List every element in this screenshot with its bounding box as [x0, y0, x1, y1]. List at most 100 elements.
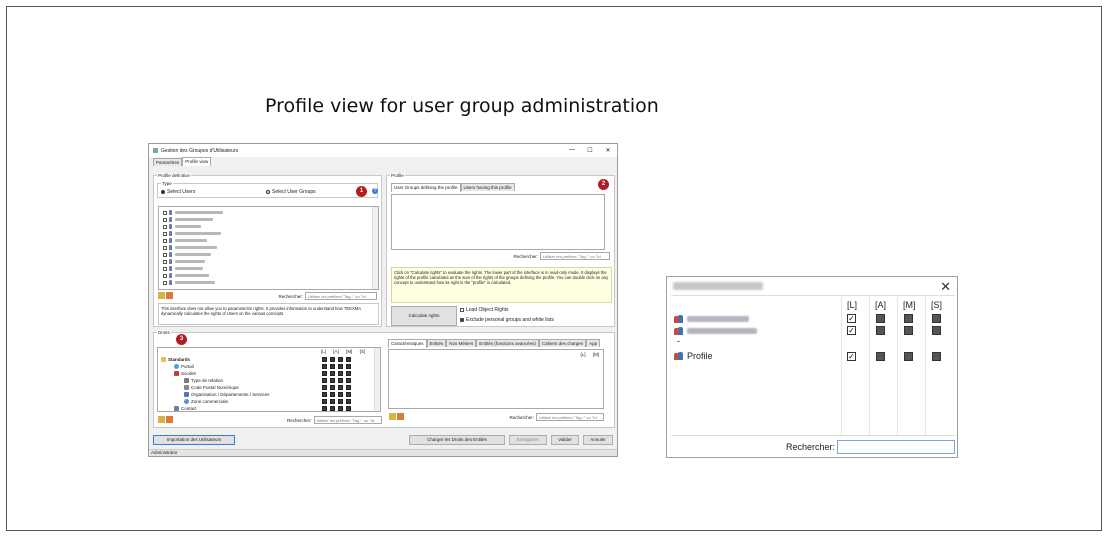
list-item[interactable]	[163, 210, 223, 215]
slide-title: Profile view for user group administrati…	[265, 95, 659, 117]
pencil-icon[interactable]	[158, 416, 165, 423]
help-icon[interactable]: ?	[372, 188, 378, 194]
rights-tree: [L] [A] [M] [S] Standards Portail Sociét…	[157, 347, 381, 412]
validate-button[interactable]: Valider	[551, 435, 579, 445]
save-button[interactable]: Enregistrer	[509, 435, 547, 445]
rights-legend: Droits	[157, 330, 171, 335]
search-input[interactable]: Utiliser les préfixes "Tag :" ou "Id	[540, 252, 610, 260]
search-input[interactable]: Utiliser les préfixes "Tag :" ou "Id	[313, 416, 382, 424]
rights-search: Rechercher: Utiliser les préfixes "Tag :…	[287, 416, 382, 424]
concept-tool-icons[interactable]	[389, 413, 404, 420]
users-search: Rechercher: Utiliser les préfixes "Tag :…	[278, 292, 377, 300]
dialog-title-blurred	[673, 282, 763, 290]
tree-node[interactable]: Standards	[161, 356, 190, 362]
filter-icon[interactable]	[397, 413, 404, 420]
load-rights-button[interactable]: Charger les Droits des Entités	[409, 435, 505, 445]
list-item[interactable]	[163, 224, 201, 229]
group-icon	[674, 327, 684, 335]
info-box: This interface does not allow you to par…	[158, 303, 379, 325]
tab-users-having[interactable]: Users having this profile	[460, 183, 515, 191]
status-text: Administrator	[151, 450, 178, 455]
group-name-blurred	[687, 316, 749, 322]
rights-col-a: [A]	[333, 349, 339, 354]
tree-node[interactable]: Portail	[174, 363, 194, 369]
tab-parametres[interactable]: Paramètres	[153, 158, 183, 166]
profile-definition-legend: Profile definition	[157, 173, 192, 178]
profile-legend: Profile	[390, 173, 405, 178]
badge-2: 2	[598, 179, 609, 190]
list-item[interactable]	[163, 273, 209, 278]
tree-node[interactable]: Société	[174, 370, 196, 376]
radio-users-label: Select Users	[167, 189, 196, 195]
tree-node[interactable]: Code Postal Numérique	[184, 384, 239, 390]
search-label: Rechercher:	[509, 414, 534, 420]
tree-node[interactable]: Type de relation	[184, 377, 223, 383]
exclude-checkbox[interactable]	[460, 318, 464, 322]
radio-groups-label: Select User Groups	[272, 189, 316, 195]
group-name-blurred	[687, 328, 757, 334]
col-l: [L]	[847, 300, 858, 310]
tab-nos-metiers[interactable]: Nos Métiers	[446, 339, 477, 347]
row2-s-square	[932, 326, 941, 335]
tab-profile-view[interactable]: Profile view	[182, 157, 212, 166]
rights-panel: Droits 3 [L] [A] [M] [S] Standards Porta…	[153, 330, 615, 428]
list-item[interactable]	[163, 217, 213, 222]
calculate-rights-button[interactable]: Calculate rights	[391, 306, 457, 326]
users-scrollbar[interactable]	[372, 207, 378, 289]
dialog-search-input[interactable]	[837, 440, 955, 454]
maximize-icon[interactable]: ☐	[581, 147, 599, 154]
radio-users[interactable]	[161, 190, 165, 194]
users-list	[158, 206, 379, 290]
row2-m-square	[904, 326, 913, 335]
pencil-icon[interactable]	[158, 292, 165, 299]
list-item[interactable]	[163, 266, 203, 271]
radio-groups[interactable]	[266, 190, 270, 194]
filter-icon[interactable]	[166, 292, 173, 299]
filter-icon[interactable]	[166, 416, 173, 423]
groups-search: Rechercher: Utiliser les préfixes "Tag :…	[513, 252, 610, 260]
list-item[interactable]	[163, 245, 217, 250]
row1-s-square	[932, 314, 941, 323]
tab-entites[interactable]: Entités	[426, 339, 447, 347]
cancel-button[interactable]: Annuler	[583, 435, 613, 445]
list-item[interactable]	[163, 252, 211, 257]
col-s: [S]	[931, 300, 943, 310]
list-item[interactable]	[163, 231, 221, 236]
profile-s-square	[932, 352, 941, 361]
badge-1: 1	[356, 186, 367, 197]
tree-node[interactable]: Zone commerciale	[184, 398, 228, 404]
calc-info-text: Click on "Calculate rights" to evaluate …	[394, 270, 609, 285]
type-legend: Type	[161, 181, 173, 186]
tool-icons[interactable]	[158, 292, 173, 299]
close-icon[interactable]: ✕	[940, 279, 951, 295]
tab-app[interactable]: App	[586, 339, 601, 347]
list-item[interactable]	[163, 259, 205, 264]
close-icon[interactable]: ✕	[599, 147, 617, 154]
minimize-icon[interactable]: —	[563, 147, 581, 154]
tab-cahiers[interactable]: Cahiers des charges	[538, 339, 587, 347]
col-m: [M]	[903, 300, 916, 310]
rights-tool-icons[interactable]	[158, 416, 173, 423]
tree-node[interactable]: Organisation / Départements / Services	[184, 391, 270, 397]
search-input[interactable]: Utiliser les préfixes "Tag :" ou "Id	[536, 413, 604, 421]
rights-scrollbar[interactable]	[374, 348, 380, 411]
tab-caracteristiques[interactable]: Caractéristiques	[388, 339, 427, 348]
search-input[interactable]: Utiliser les préfixes "Tag :" ou "Id	[305, 292, 377, 300]
group-icon	[674, 315, 684, 323]
tab-user-groups[interactable]: User Groups defining the profile	[391, 183, 461, 192]
list-item[interactable]	[163, 280, 215, 285]
load-object-checkbox[interactable]	[460, 308, 464, 312]
rights-col-m: [M]	[346, 349, 353, 354]
concept-search: Rechercher: Utiliser les préfixes "Tag :…	[509, 413, 604, 421]
tab-entites-avancees[interactable]: Entités (fonctions avancées)	[476, 339, 539, 347]
right-col-l: [L]	[580, 352, 586, 357]
tree-node[interactable]: Contact	[174, 405, 197, 411]
row1-m-square	[904, 314, 913, 323]
exclude-label: Exclude personal groups and white lists	[466, 317, 554, 323]
profile-a-square	[876, 352, 885, 361]
load-object-label: Load Object Rights	[466, 307, 509, 313]
import-users-button[interactable]: Importation des Utilisateurs	[153, 435, 235, 445]
pencil-icon[interactable]	[389, 413, 396, 420]
list-item[interactable]	[163, 238, 207, 243]
profile-definition-panel: Profile definition Type Select Users Sel…	[153, 173, 382, 327]
